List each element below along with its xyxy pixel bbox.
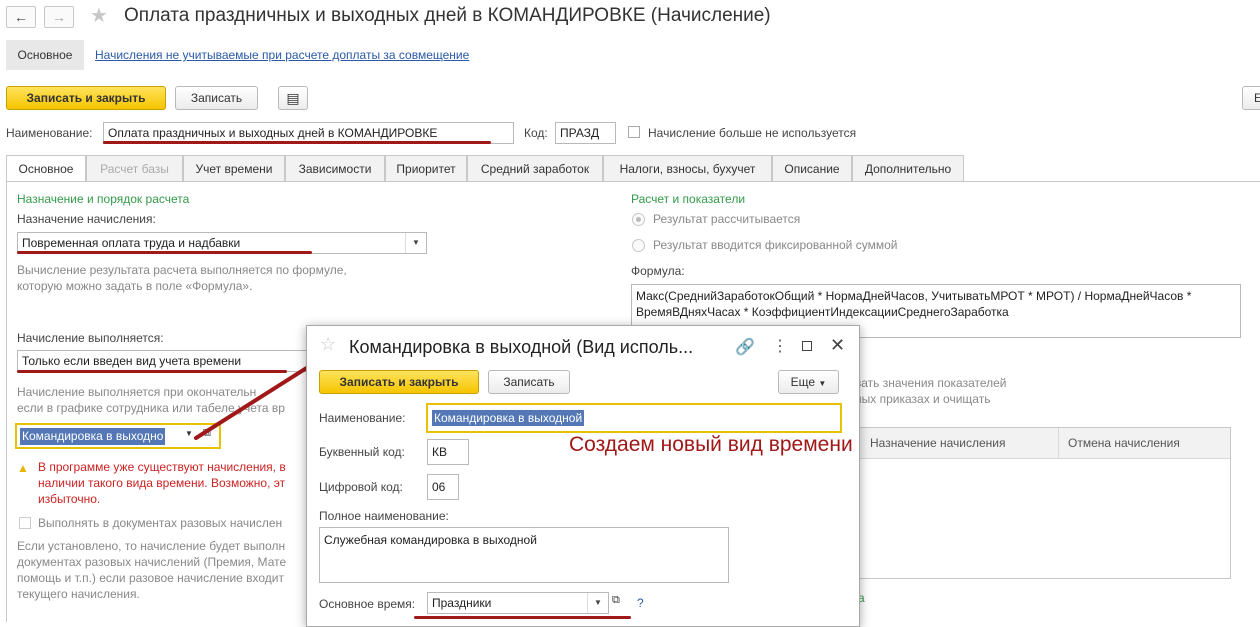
dialog-title: Командировка в выходной (Вид исполь...	[349, 337, 694, 357]
close-icon[interactable]: ✕	[830, 335, 845, 356]
full-name-field[interactable]: Служебная командировка в выходной	[319, 527, 729, 583]
maximize-icon[interactable]	[802, 341, 812, 351]
full-name-value: Служебная командировка в выходной	[324, 533, 537, 547]
letter-code-field[interactable]: КВ	[427, 439, 469, 465]
full-name-label: Полное наименование:	[319, 509, 449, 523]
dialog-name-label: Наименование:	[319, 411, 406, 425]
dialog-save-button[interactable]: Записать	[488, 370, 570, 394]
chevron-down-icon[interactable]: ▼	[587, 593, 608, 613]
open-icon[interactable]: ⧉	[612, 594, 620, 607]
base-time-value: Праздники	[432, 596, 492, 610]
time-kind-dialog[interactable]: ☆ Командировка в выходной (Вид исполь...…	[306, 325, 860, 627]
dialog-more-label: Еще	[790, 375, 816, 389]
letter-code-label: Буквенный код:	[319, 445, 405, 459]
dialog-star-icon[interactable]: ☆	[320, 334, 336, 355]
dialog-name-value: Командировка в выходной	[432, 410, 585, 426]
help-icon[interactable]: ?	[637, 596, 644, 610]
dialog-save-close-button[interactable]: Записать и закрыть	[319, 370, 479, 394]
digit-code-label: Цифровой код:	[319, 480, 403, 494]
chevron-down-icon: ▼	[818, 379, 827, 388]
base-time-label: Основное время:	[319, 597, 416, 611]
link-icon[interactable]: 🔗	[735, 337, 755, 357]
annotation-text: Создаем новый вид времени	[569, 433, 853, 456]
underline-base-time	[414, 616, 631, 619]
more-vertical-icon[interactable]: ⋮	[772, 336, 788, 356]
dialog-more-button[interactable]: Еще ▼	[778, 370, 839, 394]
base-time-select[interactable]: Праздники ▼	[427, 592, 609, 614]
dialog-name-field[interactable]: Командировка в выходной	[426, 403, 842, 433]
digit-code-field[interactable]: 06	[427, 474, 459, 500]
